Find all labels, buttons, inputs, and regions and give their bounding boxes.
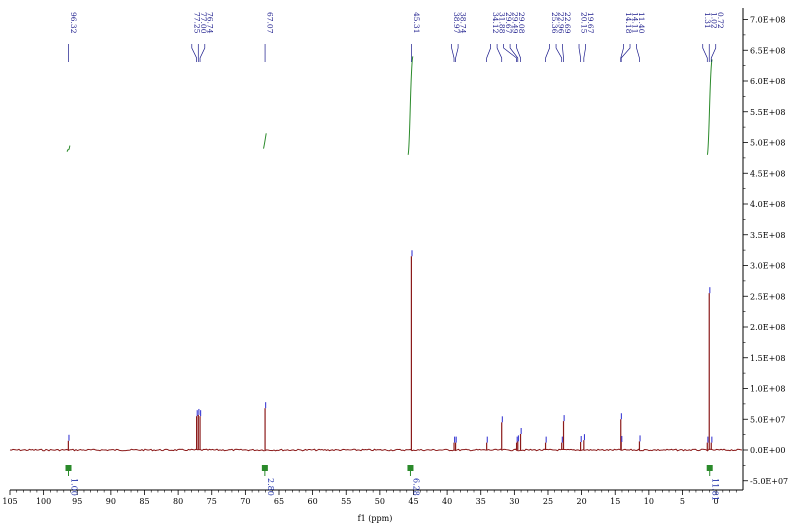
- y-tick-label: 5.5E+08: [750, 108, 785, 117]
- integral-value-label: 1.00: [70, 478, 79, 496]
- integral-value-label: 11.81: [711, 478, 720, 501]
- peak-labels-group: 96.32 77.2577.0076.74 67.07 45.31 38.9738.74…: [68, 12, 725, 62]
- peak-label: 76.74: [205, 12, 214, 34]
- y-tick-label: 7.0E+08: [750, 16, 785, 25]
- integral-marker: [65, 465, 72, 471]
- y-tick-label: 3.0E+08: [750, 262, 785, 271]
- integral-value-label: 6.28: [411, 478, 420, 496]
- integral-marker: [706, 465, 713, 471]
- y-tick-label: 2.5E+08: [750, 292, 785, 301]
- x-tick-label: 30: [509, 497, 519, 506]
- y-tick-label: 4.5E+08: [750, 169, 785, 178]
- peak-label-connector: [451, 44, 455, 62]
- integral-curve: [706, 59, 713, 155]
- x-tick-label: 35: [476, 497, 486, 506]
- x-tick-label: 55: [341, 497, 351, 506]
- y-tick-label: 3.5E+08: [750, 231, 785, 240]
- x-tick-label: 65: [274, 497, 284, 506]
- integral-marker: [261, 465, 268, 471]
- integral-curve: [66, 145, 71, 152]
- x-tick-label: 45: [408, 497, 418, 506]
- peak-label-connector: [555, 44, 563, 62]
- peak-label: 96.32: [69, 12, 78, 34]
- x-axis-label: f1 (ppm): [358, 514, 393, 523]
- peak-label-connector: [583, 44, 586, 62]
- x-ticks-group: 105 100 95 90 85 80 75 70 65 60 55 50 45 40 35 30 25 20 15…: [2, 490, 737, 506]
- x-tick-label: 105: [2, 497, 17, 506]
- peak-label: 45.31: [412, 12, 421, 33]
- nmr-spectrum-plot: 105 100 95 90 85 80 75 70 65 60 55 50 45 40 35 30 25 20 15…: [0, 0, 800, 527]
- y-tick-label: 2.0E+08: [750, 323, 785, 332]
- x-tick-label: 20: [577, 497, 587, 506]
- peak-label-connector: [191, 44, 197, 62]
- y-tick-label: 6.0E+08: [750, 77, 785, 86]
- x-tick-label: 80: [173, 497, 183, 506]
- peak-label-connector: [486, 44, 491, 62]
- y-tick-label: 0.0E+00: [750, 446, 785, 455]
- integral-curve: [407, 56, 414, 155]
- y-ticks-group: 7.0E+08 6.5E+08 6.0E+08 5.5E+08 5.0E+08 4.5E+…: [743, 16, 788, 486]
- peak-label-connector: [516, 44, 521, 62]
- integral-value-label: 2.80: [266, 478, 275, 496]
- integral-curve: [263, 133, 267, 149]
- peak-label-connector: [455, 44, 459, 62]
- x-tick-label: 70: [240, 497, 250, 506]
- peak-label: 38.74: [459, 12, 468, 34]
- y-tick-label: 1.5E+08: [750, 354, 785, 363]
- peak-label: 22.69: [563, 12, 572, 34]
- peak-label: 19.67: [586, 12, 595, 34]
- peak-label-connector: [496, 44, 503, 62]
- spectrum-baseline: [9, 448, 743, 452]
- y-tick-label: -5.0E+07: [750, 477, 788, 486]
- peak-label-connector: [636, 44, 640, 62]
- x-tick-label: 50: [375, 497, 385, 506]
- peak-label-connector: [545, 44, 550, 62]
- peak-label: 29.08: [517, 12, 526, 34]
- y-tick-label: 1.0E+08: [750, 385, 785, 394]
- y-tick-label: 5.0E+08: [750, 139, 785, 148]
- y-tick-label: 5.0E+07: [750, 415, 785, 424]
- x-tick-label: 95: [72, 497, 82, 506]
- x-tick-label: 25: [543, 497, 553, 506]
- x-tick-label: 60: [308, 497, 318, 506]
- x-tick-label: 15: [610, 497, 620, 506]
- x-tick-label: 5: [680, 497, 685, 506]
- x-tick-label: 40: [442, 497, 452, 506]
- integral-marker: [407, 465, 414, 471]
- peak-label: 11.40: [637, 12, 646, 34]
- y-tick-label: 4.0E+08: [750, 200, 785, 209]
- x-tick-label: 85: [139, 497, 149, 506]
- peak-label: 0.72: [716, 12, 725, 29]
- integrals-group: 1.00 2.80 6.28 11.81: [65, 56, 720, 501]
- peak-label-connector: [578, 44, 581, 62]
- y-tick-label: 6.5E+08: [750, 46, 785, 55]
- peak-label-connector: [620, 44, 631, 62]
- axes-group: [10, 8, 744, 491]
- spectrum-group: [9, 250, 743, 452]
- x-tick-label: 90: [106, 497, 116, 506]
- peak-label: 67.07: [266, 12, 275, 34]
- peak-label-connector: [702, 44, 708, 62]
- x-tick-label: 75: [207, 497, 217, 506]
- x-tick-label: 100: [36, 497, 51, 506]
- peak-label-connector: [199, 44, 206, 62]
- peak-label-connector: [710, 44, 717, 62]
- chart-svg: 105 100 95 90 85 80 75 70 65 60 55 50 45 40 35 30 25 20 15…: [2, 8, 788, 523]
- peak-label-connector: [562, 44, 564, 62]
- x-tick-label: 10: [644, 497, 654, 506]
